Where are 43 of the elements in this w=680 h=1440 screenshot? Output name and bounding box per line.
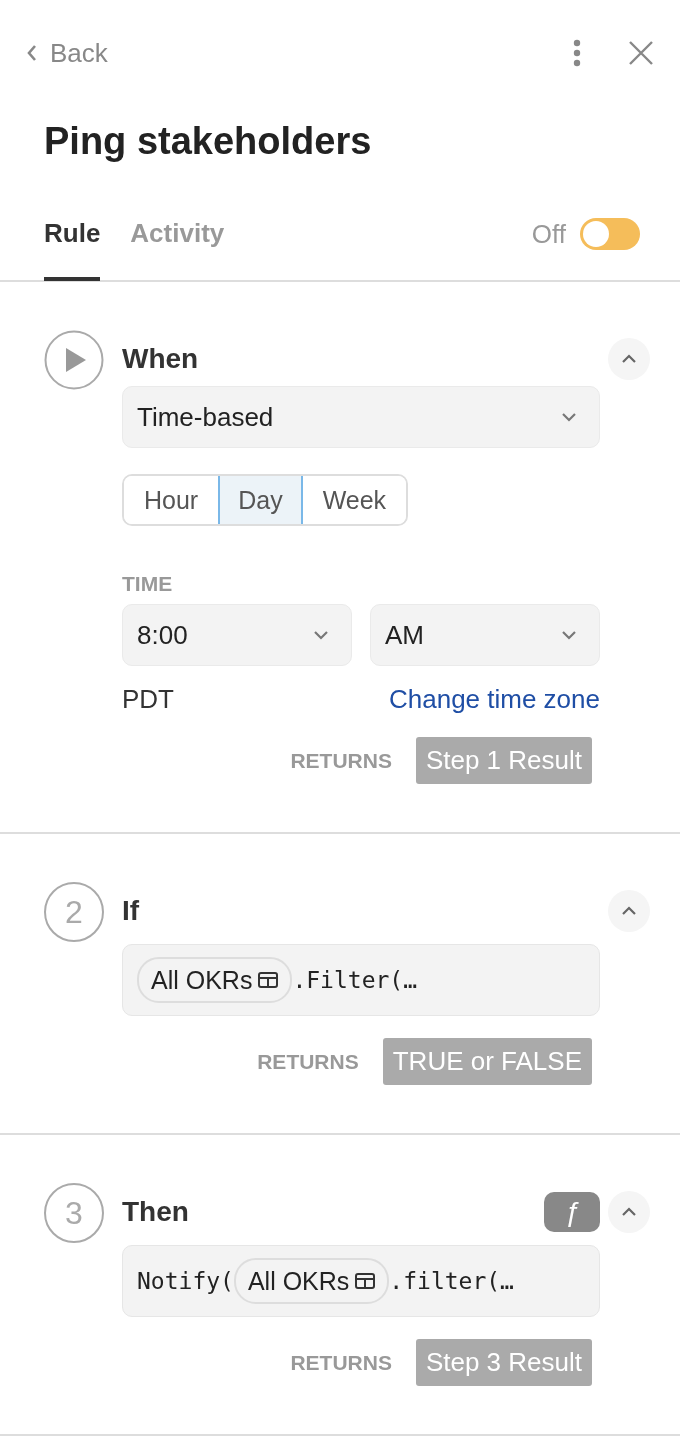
table-chip[interactable]: All OKRs [233, 1258, 390, 1304]
step-title: When [122, 343, 199, 375]
returns-label: RETURNS [257, 1049, 359, 1074]
formula-code: .Filter(… [292, 967, 418, 993]
step-title: Then [122, 1196, 189, 1228]
collapse-button[interactable] [608, 1191, 650, 1233]
change-timezone-link[interactable]: Change time zone [388, 684, 600, 715]
table-icon [355, 1273, 376, 1289]
formula-code: .filter(… [389, 1268, 514, 1294]
toggle-switch[interactable] [580, 218, 640, 250]
more-icon[interactable] [572, 39, 582, 67]
result-tag: Step 1 Result [415, 737, 592, 784]
frequency-option[interactable]: Day [218, 476, 303, 524]
step-title: If [122, 895, 140, 927]
time-label: TIME [122, 572, 174, 596]
formula-field[interactable]: All OKRs .Filter(… [122, 944, 600, 1016]
formula-badge[interactable]: ƒ [544, 1192, 600, 1232]
play-icon[interactable] [44, 330, 104, 390]
chevron-down-icon [561, 412, 577, 422]
returns-label: RETURNS [290, 1350, 392, 1375]
step-number: 3 [44, 1183, 104, 1243]
step-number: 2 [44, 882, 104, 942]
trigger-dropdown[interactable]: Time-based [122, 386, 600, 448]
time-dropdown[interactable]: 8:00 [122, 604, 352, 666]
formula-field[interactable]: Notify( All OKRs .filter(… [122, 1245, 600, 1317]
period-dropdown[interactable]: AM [370, 604, 600, 666]
back-button[interactable]: Back [26, 37, 108, 69]
rule-title: Ping stakeholders [44, 119, 373, 164]
table-icon [258, 972, 279, 988]
tab[interactable]: Rule [44, 189, 101, 281]
collapse-button[interactable] [608, 890, 650, 932]
result-tag: TRUE or FALSE [382, 1038, 592, 1085]
returns-label: RETURNS [290, 748, 392, 773]
collapse-button[interactable] [608, 338, 650, 380]
formula-code: Notify( [137, 1268, 234, 1294]
timezone: PDT [122, 684, 174, 715]
toggle-label: Off [531, 218, 566, 250]
result-tag: Step 3 Result [415, 1339, 592, 1386]
close-icon[interactable] [628, 40, 654, 66]
table-chip[interactable]: All OKRs [137, 957, 293, 1003]
chevron-down-icon [313, 630, 329, 640]
chevron-left-icon [26, 44, 38, 62]
chevron-down-icon [561, 630, 577, 640]
